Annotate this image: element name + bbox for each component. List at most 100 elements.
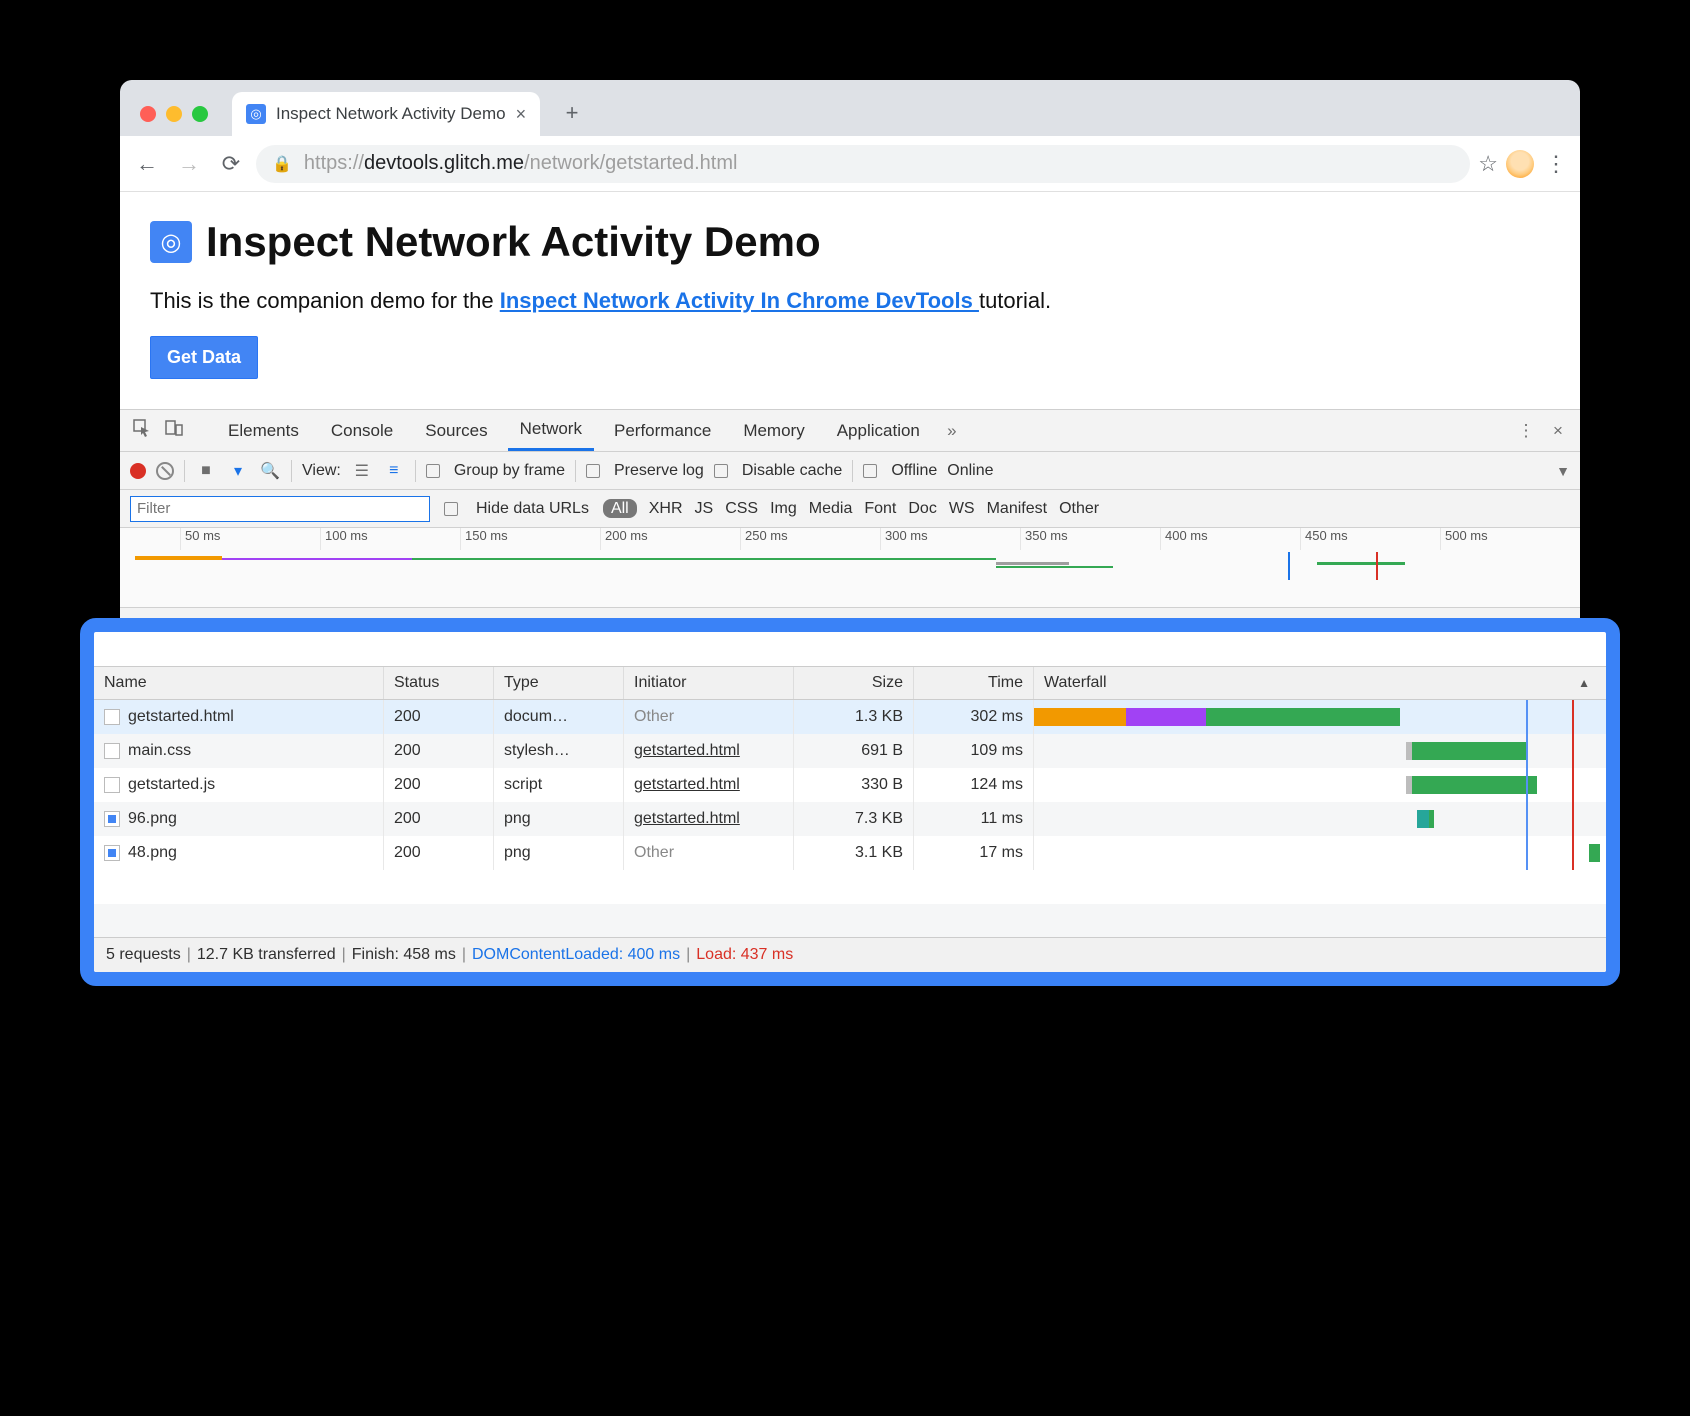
close-window-icon[interactable] <box>140 106 156 122</box>
devtools-menu-icon[interactable]: ⋮ <box>1514 421 1538 441</box>
forward-button[interactable]: → <box>172 151 206 177</box>
col-size[interactable]: Size <box>794 667 914 699</box>
page-title: Inspect Network Activity Demo <box>206 218 821 266</box>
table-row[interactable]: getstarted.html200docum…Other1.3 KB302 m… <box>94 700 1606 734</box>
col-type[interactable]: Type <box>494 667 624 699</box>
request-type: stylesh… <box>494 734 624 768</box>
table-row[interactable]: 48.png200pngOther3.1 KB17 ms <box>94 836 1606 870</box>
request-status: 200 <box>384 768 494 802</box>
browser-menu-icon[interactable]: ⋮ <box>1542 151 1570 177</box>
request-type: docum… <box>494 700 624 734</box>
initiator-text: Other <box>634 844 674 862</box>
back-button[interactable]: ← <box>130 151 164 177</box>
network-log-highlight: Name Status Type Initiator Size Time Wat… <box>80 618 1620 986</box>
record-button[interactable] <box>130 463 146 479</box>
initiator-link[interactable]: getstarted.html <box>634 742 740 760</box>
hide-data-urls-checkbox[interactable] <box>444 502 458 516</box>
request-time: 302 ms <box>914 700 1034 734</box>
tab-network[interactable]: Network <box>508 410 594 451</box>
offline-checkbox[interactable] <box>863 464 877 478</box>
table-row[interactable]: getstarted.js200scriptgetstarted.html330… <box>94 768 1606 802</box>
request-status: 200 <box>384 734 494 768</box>
disable-cache-checkbox[interactable] <box>714 464 728 478</box>
new-tab-button[interactable]: + <box>554 100 590 136</box>
network-toolbar: ■ ▾ 🔍 View: ☰ ≡ Group by frame Preserve … <box>120 452 1580 490</box>
tab-performance[interactable]: Performance <box>602 410 723 451</box>
camera-icon[interactable]: ■ <box>195 462 217 480</box>
status-requests: 5 requests <box>106 946 181 964</box>
tab-sources[interactable]: Sources <box>413 410 499 451</box>
maximize-window-icon[interactable] <box>192 106 208 122</box>
col-time[interactable]: Time <box>914 667 1034 699</box>
request-name: 48.png <box>128 844 177 862</box>
overview-toggle-icon[interactable]: ≡ <box>383 462 405 480</box>
tab-elements[interactable]: Elements <box>216 410 311 451</box>
profile-avatar[interactable] <box>1506 150 1534 178</box>
browser-tab[interactable]: Inspect Network Activity Demo × <box>232 92 540 136</box>
waterfall-cell <box>1034 768 1606 802</box>
initiator-link[interactable]: getstarted.html <box>634 776 740 794</box>
filter-type-manifest[interactable]: Manifest <box>987 500 1047 517</box>
more-tabs-icon[interactable]: » <box>940 421 964 441</box>
request-time: 109 ms <box>914 734 1034 768</box>
bookmark-star-icon[interactable]: ☆ <box>1478 151 1498 177</box>
waterfall-cell <box>1034 802 1606 836</box>
status-transferred: 12.7 KB transferred <box>197 946 336 964</box>
filter-type-css[interactable]: CSS <box>725 500 758 517</box>
devtools-tabbar: Elements Console Sources Network Perform… <box>120 410 1580 452</box>
group-by-frame-checkbox[interactable] <box>426 464 440 478</box>
request-type: png <box>494 836 624 870</box>
reload-button[interactable]: ⟳ <box>214 151 248 177</box>
inspect-element-icon[interactable] <box>130 419 154 442</box>
filter-type-all[interactable]: All <box>603 499 637 518</box>
filter-type-font[interactable]: Font <box>864 500 896 517</box>
throttling-dropdown-icon[interactable]: ▼ <box>1556 463 1570 479</box>
clear-button[interactable] <box>156 462 174 480</box>
group-by-frame-label: Group by frame <box>454 462 565 480</box>
filter-input[interactable] <box>130 496 430 522</box>
online-label[interactable]: Online <box>947 462 993 480</box>
waterfall-cell <box>1034 734 1606 768</box>
table-row[interactable]: main.css200stylesh…getstarted.html691 B1… <box>94 734 1606 768</box>
col-status[interactable]: Status <box>384 667 494 699</box>
view-label: View: <box>302 462 341 480</box>
tab-application[interactable]: Application <box>825 410 932 451</box>
filter-type-xhr[interactable]: XHR <box>649 500 683 517</box>
device-toolbar-icon[interactable] <box>162 419 186 442</box>
table-row[interactable]: 96.png200pnggetstarted.html7.3 KB11 ms <box>94 802 1606 836</box>
tab-memory[interactable]: Memory <box>731 410 816 451</box>
col-name[interactable]: Name <box>94 667 384 699</box>
filter-type-ws[interactable]: WS <box>949 500 975 517</box>
filter-type-media[interactable]: Media <box>809 500 853 517</box>
col-waterfall[interactable]: Waterfall▲ <box>1034 667 1606 699</box>
network-table-body: getstarted.html200docum…Other1.3 KB302 m… <box>94 700 1606 870</box>
tab-title: Inspect Network Activity Demo <box>276 104 506 124</box>
request-status: 200 <box>384 836 494 870</box>
initiator-link[interactable]: getstarted.html <box>634 810 740 828</box>
sort-arrow-icon: ▲ <box>1578 676 1590 690</box>
filter-type-other[interactable]: Other <box>1059 500 1099 517</box>
get-data-button[interactable]: Get Data <box>150 336 258 379</box>
initiator-text: Other <box>634 708 674 726</box>
large-rows-icon[interactable]: ☰ <box>351 461 373 481</box>
filter-type-img[interactable]: Img <box>770 500 797 517</box>
filter-toggle-icon[interactable]: ▾ <box>227 461 249 481</box>
request-name: main.css <box>128 742 191 760</box>
minimize-window-icon[interactable] <box>166 106 182 122</box>
col-initiator[interactable]: Initiator <box>624 667 794 699</box>
request-status: 200 <box>384 700 494 734</box>
search-icon[interactable]: 🔍 <box>259 461 281 481</box>
status-dcl: DOMContentLoaded: 400 ms <box>472 946 680 964</box>
request-size: 7.3 KB <box>794 802 914 836</box>
file-icon <box>104 845 120 861</box>
tutorial-link[interactable]: Inspect Network Activity In Chrome DevTo… <box>500 288 979 313</box>
close-tab-icon[interactable]: × <box>516 104 527 125</box>
preserve-log-checkbox[interactable] <box>586 464 600 478</box>
file-icon <box>104 709 120 725</box>
network-overview-timeline[interactable]: 50 ms100 ms150 ms200 ms250 ms300 ms350 m… <box>120 528 1580 608</box>
filter-type-doc[interactable]: Doc <box>908 500 936 517</box>
devtools-close-icon[interactable]: × <box>1546 421 1570 441</box>
tab-console[interactable]: Console <box>319 410 405 451</box>
address-bar[interactable]: 🔒 https://devtools.glitch.me/network/get… <box>256 145 1470 183</box>
filter-type-js[interactable]: JS <box>695 500 714 517</box>
